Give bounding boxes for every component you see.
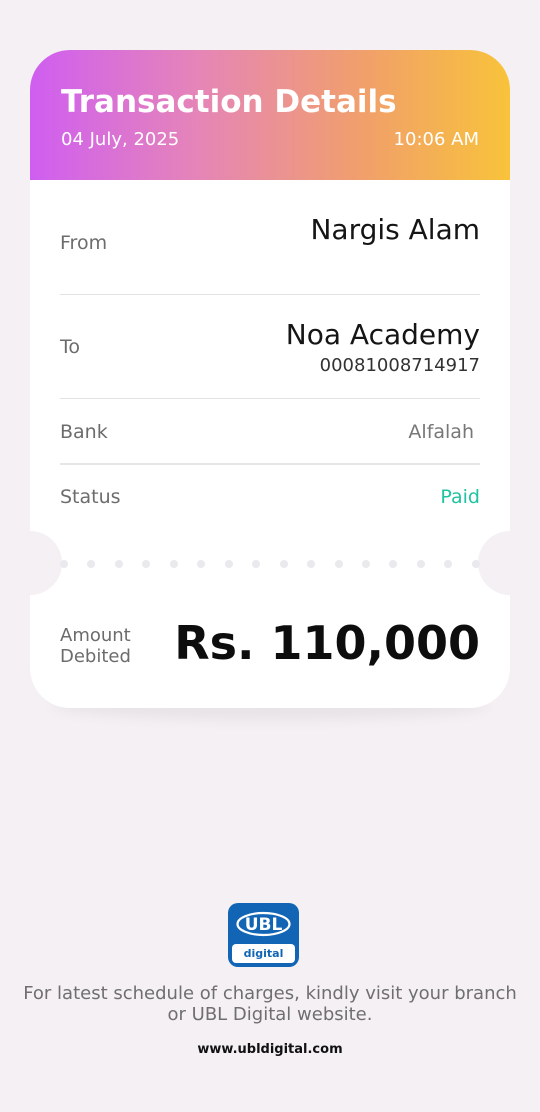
receipt-header: Transaction Details 04 July, 2025 10:06 … (30, 50, 510, 180)
footer-note: For latest schedule of charges, kindly v… (23, 983, 517, 1025)
svg-text:UBL: UBL (245, 915, 283, 935)
perforation-dot (114, 560, 123, 568)
to-name: Noa Academy (285, 318, 480, 351)
transaction-date: 04 July, 2025 (61, 129, 180, 150)
perforation-dot (416, 560, 425, 568)
status-label: Status (60, 486, 121, 508)
perforation-dot (361, 560, 370, 568)
transaction-receipt-card: Transaction Details 04 July, 2025 10:06 … (30, 50, 510, 708)
divider (60, 398, 480, 399)
ticket-notch-left (30, 531, 62, 595)
footer-website-link[interactable]: www.ubldigital.com (0, 1042, 540, 1057)
perforation-dot (307, 560, 316, 568)
to-account-number: 00081008714917 (319, 355, 480, 376)
perforation-line (60, 560, 480, 568)
status-badge: Paid (440, 486, 480, 508)
perforation-dot (471, 560, 480, 568)
logo-sub-label: digital (232, 944, 295, 963)
from-label: From (60, 232, 108, 254)
ubl-logo-mark: UBL (236, 911, 291, 937)
perforation-dot (252, 560, 261, 568)
page-title: Transaction Details (61, 84, 397, 120)
amount-value: Rs. 110,000 (174, 616, 480, 670)
perforation-dot (142, 560, 151, 568)
transaction-time: 10:06 AM (393, 129, 479, 150)
amount-label: Amount Debited (60, 625, 131, 667)
perforation-dot (444, 560, 453, 568)
bank-name: Alfalah (408, 421, 474, 443)
perforation-dot (334, 560, 343, 568)
perforation-dot (60, 560, 68, 568)
divider (60, 463, 480, 465)
ticket-notch-right (478, 531, 510, 595)
perforation-dot (279, 560, 288, 568)
from-name: Nargis Alam (310, 213, 480, 246)
divider (60, 294, 480, 295)
perforation-dot (389, 560, 398, 568)
perforation-dot (87, 560, 96, 568)
perforation-dot (169, 560, 178, 568)
ubl-logo-icon: UBL digital (228, 903, 299, 967)
to-label: To (60, 336, 81, 358)
bank-label: Bank (60, 421, 108, 443)
perforation-dot (224, 560, 233, 568)
perforation-dot (197, 560, 206, 568)
